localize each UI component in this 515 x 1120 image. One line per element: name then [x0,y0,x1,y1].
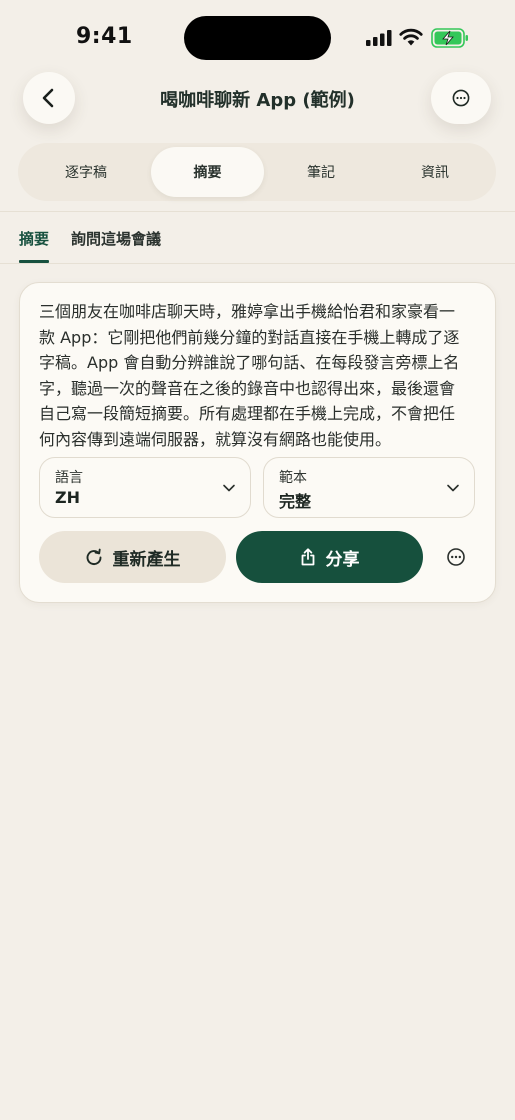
regenerate-button[interactable]: 重新產生 [39,531,226,583]
tab-transcript[interactable]: 逐字稿 [26,147,146,197]
more-options-button[interactable] [431,72,491,124]
refresh-icon [86,548,101,566]
chevron-down-icon [447,484,459,492]
status-bar: 9:41 [0,0,515,76]
wifi-icon [399,28,423,46]
summary-line: 字，聽過一次的聲音在之後的錄音中也認得出來，最後還會 [39,378,456,398]
dynamic-island [184,16,331,60]
template-label: 範本 [279,470,307,486]
regenerate-label: 重新產生 [112,549,181,570]
divider [0,211,515,212]
divider [0,263,515,264]
template-value: 完整 [279,492,312,511]
tab-info[interactable]: 資訊 [378,147,492,197]
back-button[interactable] [23,72,75,124]
language-value: ZH [55,488,80,507]
chevron-down-icon [223,484,235,492]
share-icon [301,548,314,566]
subtab-summary[interactable]: 摘要 [19,228,49,249]
status-time: 9:41 [76,24,133,49]
page-title: 喝咖啡聊新 App (範例) [160,90,355,111]
summary-line: 何內容傳到遠端伺服器，就算沒有網路也能使用。 [39,429,392,449]
language-label: 語言 [55,470,83,486]
summary-line: 自己寫一段簡短摘要。所有處理都在手機上完成，不會把任 [39,404,456,423]
share-button[interactable]: 分享 [236,531,423,583]
chevron-left-icon [42,88,54,108]
ellipsis-circle-icon [452,89,470,107]
summary-card: 三個朋友在咖啡店聊天時，雅婷拿出手機給怡君和家豪看一 款 App：它剛把他們前幾… [19,282,496,603]
language-select[interactable]: 語言 ZH [39,457,251,518]
summary-line: 三個朋友在咖啡店聊天時，雅婷拿出手機給怡君和家豪看一 [39,302,456,321]
subtab-ask-meeting[interactable]: 詢問這場會議 [71,228,161,249]
battery-charging-icon [431,28,468,48]
card-more-options-icon[interactable] [446,547,466,567]
template-select[interactable]: 範本 完整 [263,457,475,518]
summary-text: 三個朋友在咖啡店聊天時，雅婷拿出手機給怡君和家豪看一 款 App：它剛把他們前幾… [39,299,479,452]
share-label: 分享 [325,549,360,570]
app-screen: 9:41 喝咖啡聊新 App (範例) 逐字稿 摘要 筆記 資訊 摘要 詢問這場… [0,0,515,1120]
summary-line: 字稿。App 會自動分辨誰說了哪句話、在每段發言旁標上名 [39,353,460,372]
cellular-signal-icon [366,30,392,46]
segmented-tabs: 逐字稿 摘要 筆記 資訊 [18,143,496,201]
tab-summary[interactable]: 摘要 [151,147,264,197]
summary-line: 款 App：它剛把他們前幾分鐘的對話直接在手機上轉成了逐 [39,327,460,347]
tab-notes[interactable]: 筆記 [264,147,378,197]
